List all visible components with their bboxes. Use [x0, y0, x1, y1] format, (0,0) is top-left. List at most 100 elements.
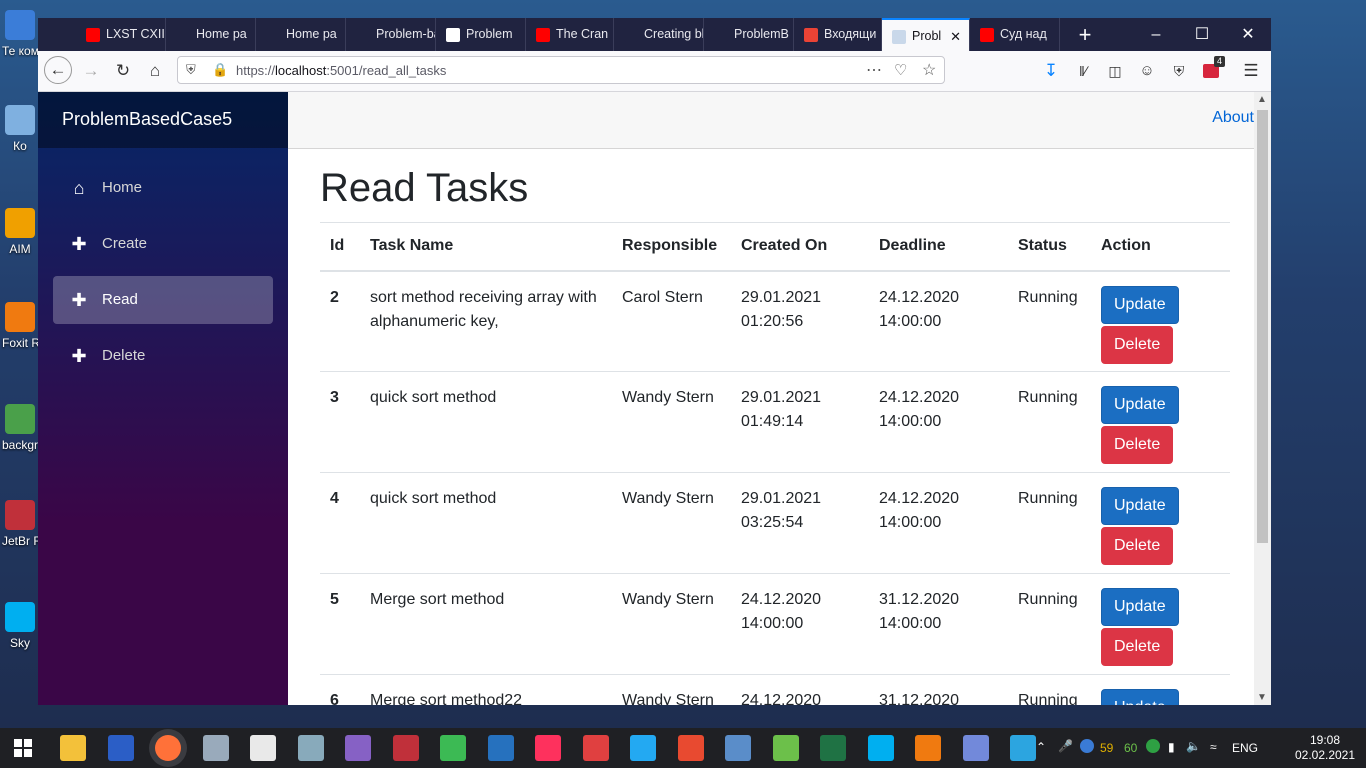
language-indicator[interactable]: ENG	[1232, 741, 1258, 755]
microphone-icon[interactable]: 🎤	[1058, 739, 1073, 753]
volume-icon[interactable]: 🔈	[1186, 739, 1201, 753]
check-icon[interactable]	[1146, 739, 1160, 753]
update-button[interactable]: Update	[1101, 689, 1179, 705]
tab[interactable]: Home pa	[256, 18, 346, 51]
tab[interactable]: The Cran	[526, 18, 614, 51]
update-button[interactable]: Update	[1101, 588, 1179, 626]
desktop-icon[interactable]: JetBr Rider 2	[2, 500, 72, 548]
telegram-icon[interactable]	[1010, 735, 1036, 761]
paint-app-icon[interactable]	[202, 735, 229, 761]
lock-icon[interactable]: 🔒	[212, 62, 228, 78]
settings-app-icon[interactable]	[582, 735, 609, 761]
notes-app-icon[interactable]	[250, 735, 276, 761]
network-globe-icon[interactable]	[1080, 739, 1094, 753]
discord-icon[interactable]	[962, 735, 989, 761]
tray-expand-icon[interactable]: ⌃	[1036, 740, 1046, 754]
page-actions-icon[interactable]: ⋯	[866, 60, 882, 80]
brand-title[interactable]: ProblemBasedCase5	[62, 109, 232, 130]
account-icon[interactable]: ☺	[1133, 57, 1161, 85]
visual-studio-icon[interactable]	[345, 735, 371, 761]
tab[interactable]: ProblemB	[704, 18, 794, 51]
delete-button[interactable]: Delete	[1101, 426, 1174, 464]
delete-button[interactable]: Delete	[1101, 325, 1174, 364]
skype-icon[interactable]	[867, 735, 894, 761]
minimize-icon[interactable]: –	[1133, 18, 1179, 51]
sidebar-item-delete[interactable]: ✚ Delete	[53, 332, 273, 380]
scrollbar[interactable]: ▲ ▼	[1254, 92, 1271, 705]
tab[interactable]: Problem	[436, 18, 526, 51]
bookmark-star-icon[interactable]: ☆	[922, 60, 936, 80]
delete-button[interactable]: Delete	[1101, 527, 1174, 565]
desktop-icon[interactable]: backgr	[2, 404, 38, 452]
scroll-down-icon[interactable]: ▼	[1257, 692, 1267, 703]
forward-icon[interactable]: →	[77, 57, 105, 85]
desktop-icon[interactable]: Foxit R	[2, 302, 40, 350]
scroll-up-icon[interactable]: ▲	[1257, 94, 1267, 105]
notepad-plus-icon[interactable]	[772, 735, 799, 761]
home-icon[interactable]: ⌂	[141, 57, 169, 85]
sidebar-item-label: Read	[102, 291, 138, 308]
excel-icon[interactable]	[820, 735, 846, 761]
rider-icon[interactable]	[392, 735, 419, 761]
tab[interactable]: Суд над	[970, 18, 1060, 51]
tab-favicon-icon	[714, 28, 728, 42]
library-icon[interactable]: ‖∕	[1069, 57, 1097, 85]
update-button[interactable]: Update	[1101, 285, 1179, 324]
url-text[interactable]: https://localhost:5001/read_all_tasks	[236, 57, 446, 84]
desktop-icon[interactable]: Sky	[2, 602, 38, 650]
reload-icon[interactable]: ↻	[109, 57, 137, 85]
tab[interactable]: Problem-bas	[346, 18, 436, 51]
tab[interactable]: Входящи	[794, 18, 882, 51]
download-icon[interactable]: ↧	[1037, 57, 1065, 85]
tab[interactable]: Creating blaz	[614, 18, 704, 51]
cell-id: 6	[320, 674, 360, 705]
file-explorer-icon[interactable]	[60, 735, 86, 761]
cell-action: UpdateDelete	[1091, 674, 1230, 705]
photos-app-icon[interactable]	[297, 735, 324, 761]
plus-icon: ✚	[71, 290, 87, 310]
desktop-icon[interactable]: Те компь	[2, 10, 52, 58]
update-button[interactable]: Update	[1101, 386, 1179, 424]
battery-icon[interactable]: ▮	[1168, 740, 1175, 754]
extension-icon[interactable]: 4	[1197, 56, 1226, 85]
clock[interactable]: 19:08 02.02.2021	[1294, 733, 1356, 763]
delete-button[interactable]: Delete	[1101, 628, 1174, 666]
tab-favicon-icon	[356, 28, 370, 42]
tool-app-icon[interactable]	[440, 735, 466, 761]
shield-icon[interactable]: ⛨	[186, 62, 196, 78]
tab[interactable]: Home pa	[166, 18, 256, 51]
intellij-icon[interactable]	[535, 735, 561, 761]
tab[interactable]: LXST CXII	[76, 18, 166, 51]
powershell-icon[interactable]	[487, 735, 514, 761]
extension-shield-icon[interactable]: ⛨	[1165, 57, 1193, 85]
wifi-icon[interactable]: ≈	[1210, 740, 1217, 754]
tab-active[interactable]: Probl ✕	[882, 18, 970, 51]
save-app-icon[interactable]	[107, 735, 134, 761]
menu-icon[interactable]: ☰	[1237, 57, 1265, 85]
cell-id: 2	[320, 270, 360, 372]
about-link[interactable]: About	[1212, 109, 1254, 127]
scrollbar-thumb[interactable]	[1257, 110, 1268, 543]
desktop-icon[interactable]: Ко	[2, 105, 38, 153]
tab-favicon-icon	[536, 28, 550, 42]
desktop-icon[interactable]: AIM	[2, 208, 38, 256]
update-button[interactable]: Update	[1101, 487, 1179, 525]
pocket-icon[interactable]: ♡	[894, 61, 907, 79]
close-tab-icon[interactable]: ✕	[950, 20, 961, 51]
close-window-icon[interactable]: ✕	[1225, 18, 1271, 51]
vscode-icon[interactable]	[630, 735, 656, 761]
foxit-icon[interactable]	[915, 735, 941, 761]
windows-start-icon[interactable]	[14, 739, 32, 757]
sidebar-item-read[interactable]: ✚ Read	[53, 276, 273, 324]
new-tab-button[interactable]: +	[1068, 18, 1102, 51]
tab-label: Home pa	[286, 27, 337, 41]
app-red-icon[interactable]	[677, 735, 704, 761]
back-icon[interactable]: ←	[44, 56, 72, 84]
virtualbox-icon[interactable]	[725, 735, 751, 761]
sidebar-item-home[interactable]: ⌂ Home	[53, 164, 273, 212]
maximize-icon[interactable]: ☐	[1179, 18, 1225, 51]
url-bar[interactable]: ⛨ 🔒 https://localhost:5001/read_all_task…	[177, 56, 945, 84]
firefox-icon[interactable]	[155, 735, 181, 761]
sidebar-item-create[interactable]: ✚ Create	[53, 220, 273, 268]
sidebar-icon[interactable]: ◫	[1101, 57, 1129, 85]
